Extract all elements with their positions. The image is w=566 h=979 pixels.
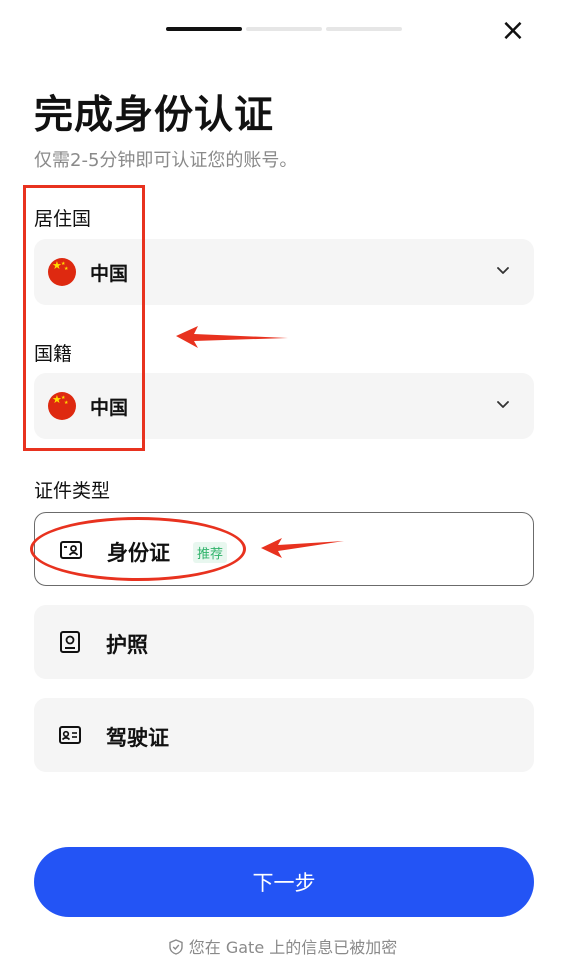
progress-step-2	[246, 27, 322, 31]
encryption-notice-text: 您在 Gate 上的信息已被加密	[188, 938, 398, 957]
annotation-highlight-ellipse	[30, 517, 246, 581]
progress-step-3	[326, 27, 402, 31]
chevron-down-icon	[497, 401, 509, 408]
document-option-passport[interactable]: 护照	[34, 605, 534, 679]
step-progress	[166, 27, 402, 31]
close-button[interactable]: ×	[496, 14, 530, 48]
document-type-label: 证件类型	[34, 480, 111, 502]
page-subtitle: 仅需2-5分钟即可认证您的账号。	[34, 150, 298, 171]
document-option-label: 驾驶证	[106, 726, 169, 750]
chevron-down-icon	[497, 267, 509, 274]
annotation-arrow-icon	[261, 538, 344, 558]
annotation-highlight-box	[23, 185, 145, 451]
shield-check-icon	[169, 939, 183, 955]
annotation-arrow-icon	[176, 326, 288, 348]
document-option-label: 护照	[106, 633, 148, 657]
close-icon: ×	[500, 13, 526, 48]
document-option-drivers-license[interactable]: 驾驶证	[34, 698, 534, 772]
page-title: 完成身份认证	[34, 93, 275, 138]
next-button[interactable]: 下一步	[34, 847, 534, 917]
passport-icon	[60, 631, 80, 653]
progress-step-1-active	[166, 27, 242, 31]
encryption-notice: 您在 Gate 上的信息已被加密	[0, 934, 566, 958]
drivers-license-icon	[59, 726, 81, 744]
